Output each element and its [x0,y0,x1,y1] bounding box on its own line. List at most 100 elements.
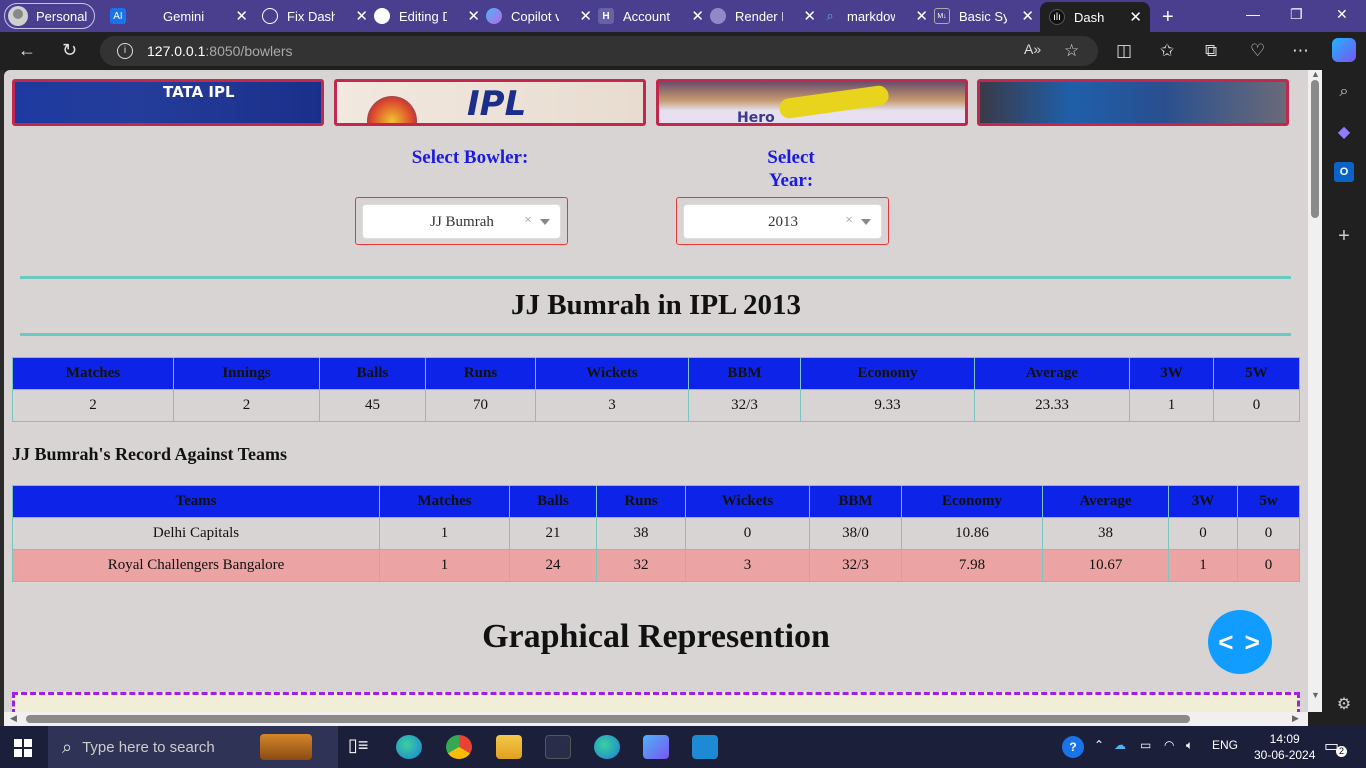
column-header[interactable]: Matches [12,357,174,390]
dev-tools-code-button[interactable]: < > [1208,610,1272,674]
outlook-icon[interactable]: O [1334,162,1354,182]
column-header[interactable]: Balls [509,485,597,518]
tab-close-icon[interactable]: ✕ [1021,7,1034,25]
vertical-scrollbar[interactable]: ▲ ▼ [1308,69,1322,712]
clock[interactable]: 14:09 30-06-2024 [1254,731,1315,763]
tab-editing[interactable]: Editing D ✕ [374,2,484,30]
tab-close-icon[interactable]: ✕ [355,7,368,25]
year-select-wrapper: 2013 × [676,197,889,245]
chevron-down-icon[interactable] [861,219,871,225]
bowler-dropdown[interactable]: JJ Bumrah × [362,204,561,239]
minimize-icon[interactable]: — [1246,6,1260,22]
profile-button[interactable]: Personal [4,3,95,29]
scroll-thumb[interactable] [1311,80,1319,218]
favorites-icon[interactable]: ✩ [1160,41,1174,61]
column-header[interactable]: BBM [809,485,902,518]
copilot-icon[interactable] [1332,38,1356,62]
tab-gemini[interactable]: AI Gemini ✕ [110,2,252,30]
column-header[interactable]: Average [1042,485,1169,518]
column-header[interactable]: Innings [173,357,320,390]
tab-close-icon[interactable]: ✕ [803,7,816,25]
taskbar-search-box[interactable]: ⌕ Type here to search [48,726,338,768]
search-icon[interactable]: ⌕ [1334,82,1354,102]
edge-icon[interactable] [396,735,422,759]
wifi-icon[interactable]: ◠ [1164,738,1174,752]
add-icon[interactable]: + [1334,225,1354,247]
year-dropdown[interactable]: 2013 × [683,204,882,239]
tab-dash[interactable]: ılı Dash ✕ [1040,2,1150,32]
tab-close-icon[interactable]: ✕ [915,7,928,25]
battery-icon[interactable]: ▭ [1140,738,1151,752]
column-header[interactable]: 3W [1168,485,1238,518]
table-cell: 24 [509,549,597,582]
column-header[interactable]: Balls [319,357,426,390]
tab-fix-dash[interactable]: Fix Dash ✕ [262,2,372,30]
teams-record-heading: JJ Bumrah's Record Against Teams [12,444,288,464]
scroll-right-icon[interactable]: ▶ [1292,713,1299,724]
horizontal-scrollbar[interactable]: ◀ ▶ [4,712,1308,726]
split-screen-icon[interactable]: ◫ [1116,41,1132,61]
back-icon[interactable]: ← [18,40,36,61]
tab-markdown[interactable]: ⌕ markdow ✕ [822,2,932,30]
chevron-down-icon[interactable] [540,219,550,225]
column-header[interactable]: Runs [425,357,536,390]
edge-active-icon[interactable] [594,735,620,759]
windows-start-icon[interactable] [14,739,32,757]
copilot-sidebar-icon[interactable]: ◆ [1334,122,1354,142]
tab-close-icon[interactable]: ✕ [691,7,704,25]
tab-account[interactable]: H Account ✕ [598,2,708,30]
column-header[interactable]: 3W [1129,357,1214,390]
column-header[interactable]: Wickets [685,485,810,518]
info-icon[interactable]: i [117,43,133,59]
column-header[interactable]: Average [974,357,1130,390]
onedrive-icon[interactable]: ☁ [1114,738,1126,752]
tab-render[interactable]: Render D ✕ [710,2,820,30]
read-aloud-icon[interactable]: A» [1024,41,1041,57]
tab-close-icon[interactable]: ✕ [1129,8,1142,26]
language-indicator[interactable]: ENG [1212,738,1238,752]
file-explorer-icon[interactable] [496,735,522,759]
copilot-app-icon[interactable] [643,735,669,759]
scroll-down-icon[interactable]: ▼ [1311,690,1320,700]
column-header[interactable]: Matches [379,485,510,518]
volume-icon[interactable]: 🔈︎ [1186,738,1193,753]
column-header[interactable]: Economy [901,485,1043,518]
task-view-icon[interactable]: ▯≡ [348,735,374,759]
scroll-up-icon[interactable]: ▲ [1311,69,1320,79]
tab-close-icon[interactable]: ✕ [235,7,248,25]
column-header[interactable]: 5W [1213,357,1300,390]
column-header[interactable]: Teams [12,485,380,518]
refresh-icon[interactable]: ↻ [62,40,77,61]
close-window-icon[interactable]: ✕ [1336,6,1348,23]
settings-gear-icon[interactable]: ⚙ [1334,694,1354,714]
new-tab-icon[interactable]: + [1162,6,1174,29]
url-field[interactable]: i 127.0.0.1:8050/bowlers [100,36,1098,66]
column-header[interactable]: Wickets [535,357,689,390]
scroll-left-icon[interactable]: ◀ [10,713,17,724]
tab-basic-syntax[interactable]: M↓ Basic Syn ✕ [934,2,1038,30]
clear-icon[interactable]: × [845,213,853,229]
column-header[interactable]: Runs [596,485,686,518]
clear-icon[interactable]: × [524,213,532,229]
profile-label: Personal [36,8,88,24]
column-header[interactable]: BBM [688,357,801,390]
scroll-thumb[interactable] [26,715,1190,723]
tab-copilot[interactable]: Copilot v ✕ [486,2,596,30]
search-icon: ⌕ [62,736,73,757]
collections-icon[interactable]: ⧉ [1205,41,1217,61]
column-header[interactable]: 5w [1237,485,1300,518]
column-header[interactable]: Economy [800,357,975,390]
restore-icon[interactable]: ❐ [1290,6,1303,23]
vscode-icon[interactable] [692,735,718,759]
store-icon[interactable] [545,735,571,759]
tab-close-icon[interactable]: ✕ [579,7,592,25]
briefcase-icon [260,734,312,760]
chrome-icon[interactable] [446,735,472,759]
more-menu-icon[interactable]: ⋯ [1292,41,1309,61]
chevron-up-icon[interactable]: ⌃ [1094,738,1104,752]
favorite-star-icon[interactable]: ☆ [1064,41,1079,61]
browser-essentials-icon[interactable]: ♡ [1250,41,1265,61]
tab-close-icon[interactable]: ✕ [467,7,480,25]
browser-viewport: TATA IPL IPL Hero Select Bowler: JJ Bumr… [4,69,1322,726]
help-icon[interactable]: ? [1062,736,1084,758]
